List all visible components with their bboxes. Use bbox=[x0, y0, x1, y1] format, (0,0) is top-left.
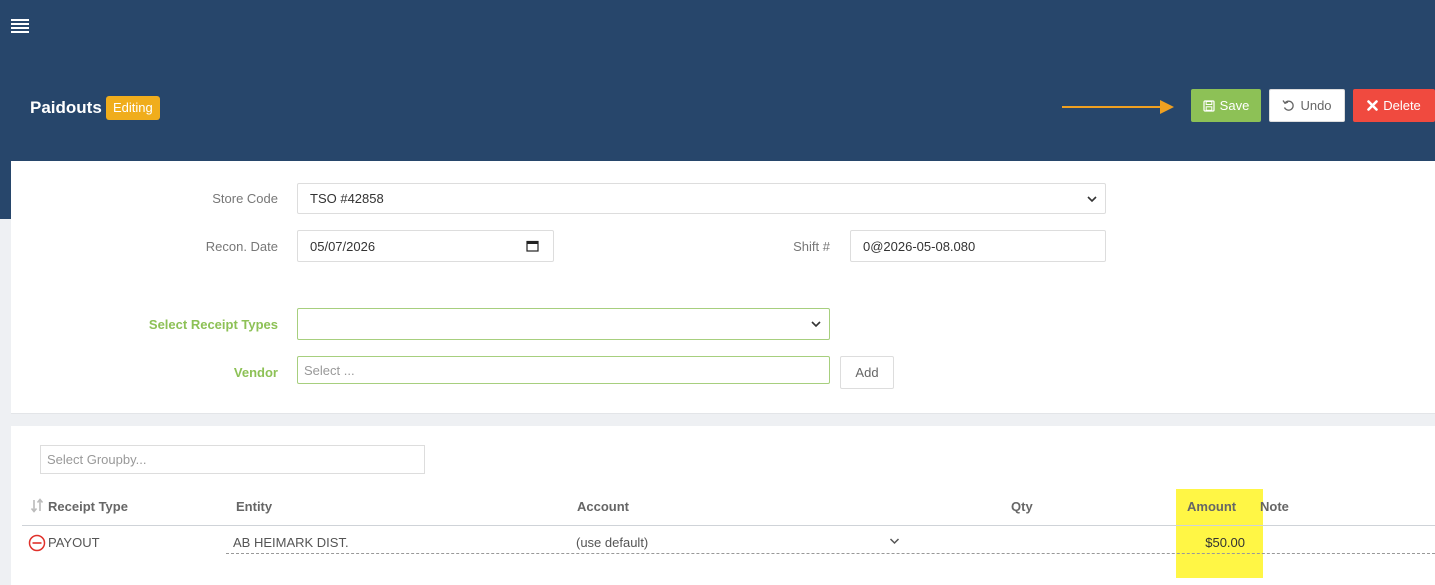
shift-input[interactable]: 0@2026-05-08.080 bbox=[850, 230, 1106, 262]
undo-button-label: Undo bbox=[1300, 98, 1332, 113]
store-code-select[interactable]: TSO #42858 bbox=[297, 183, 1106, 214]
calendar-icon[interactable] bbox=[526, 240, 539, 252]
groupby-select[interactable]: Select Groupby... bbox=[40, 445, 425, 474]
receipt-types-select[interactable] bbox=[297, 308, 830, 340]
add-vendor-button[interactable]: Add bbox=[840, 356, 894, 389]
recon-date-value: 05/07/2026 bbox=[310, 238, 376, 254]
receipt-types-label: Select Receipt Types bbox=[148, 317, 278, 332]
table-header-divider bbox=[22, 525, 1435, 526]
recon-date-input[interactable]: 05/07/2026 bbox=[297, 230, 554, 262]
row-divider bbox=[226, 553, 1435, 554]
shift-value: 0@2026-05-08.080 bbox=[863, 238, 976, 254]
remove-row-icon[interactable] bbox=[28, 534, 46, 552]
undo-icon bbox=[1282, 100, 1295, 111]
column-header-amount[interactable]: Amount bbox=[1187, 499, 1236, 514]
column-header-note[interactable]: Note bbox=[1260, 499, 1289, 514]
chevron-down-icon bbox=[811, 321, 821, 328]
save-button[interactable]: Save bbox=[1191, 89, 1261, 122]
hamburger-menu-icon[interactable] bbox=[11, 19, 29, 35]
save-button-label: Save bbox=[1219, 98, 1250, 113]
column-header-receipt-type[interactable]: Receipt Type bbox=[48, 499, 128, 514]
row-receipt-type: PAYOUT bbox=[48, 535, 100, 550]
column-header-entity[interactable]: Entity bbox=[236, 499, 272, 514]
vendor-label: Vendor bbox=[233, 365, 278, 380]
row-entity[interactable]: AB HEIMARK DIST. bbox=[233, 535, 349, 550]
column-header-qty[interactable]: Qty bbox=[1011, 499, 1033, 514]
recon-date-label: Recon. Date bbox=[205, 239, 278, 254]
row-amount[interactable]: $50.00 bbox=[1188, 535, 1245, 550]
save-icon bbox=[1203, 99, 1215, 112]
sort-icon[interactable] bbox=[30, 498, 46, 514]
delete-button-label: Delete bbox=[1383, 98, 1421, 113]
delete-button[interactable]: Delete bbox=[1353, 89, 1435, 122]
shift-label: Shift # bbox=[793, 239, 830, 254]
store-code-label: Store Code bbox=[212, 191, 278, 206]
groupby-placeholder: Select Groupby... bbox=[47, 452, 147, 467]
chevron-down-icon[interactable] bbox=[889, 537, 900, 545]
page-title: Paidouts bbox=[30, 98, 102, 117]
vendor-select[interactable]: Select ... bbox=[297, 356, 830, 384]
status-badge: Editing bbox=[106, 96, 160, 120]
close-icon bbox=[1367, 100, 1379, 111]
vendor-placeholder: Select ... bbox=[304, 362, 355, 378]
column-header-account[interactable]: Account bbox=[577, 499, 629, 514]
undo-button[interactable]: Undo bbox=[1269, 89, 1345, 122]
chevron-down-icon bbox=[1087, 195, 1097, 202]
arrow-annotation-icon bbox=[1062, 100, 1174, 114]
store-code-value: TSO #42858 bbox=[310, 191, 384, 206]
row-account-select[interactable]: (use default) bbox=[576, 535, 648, 550]
